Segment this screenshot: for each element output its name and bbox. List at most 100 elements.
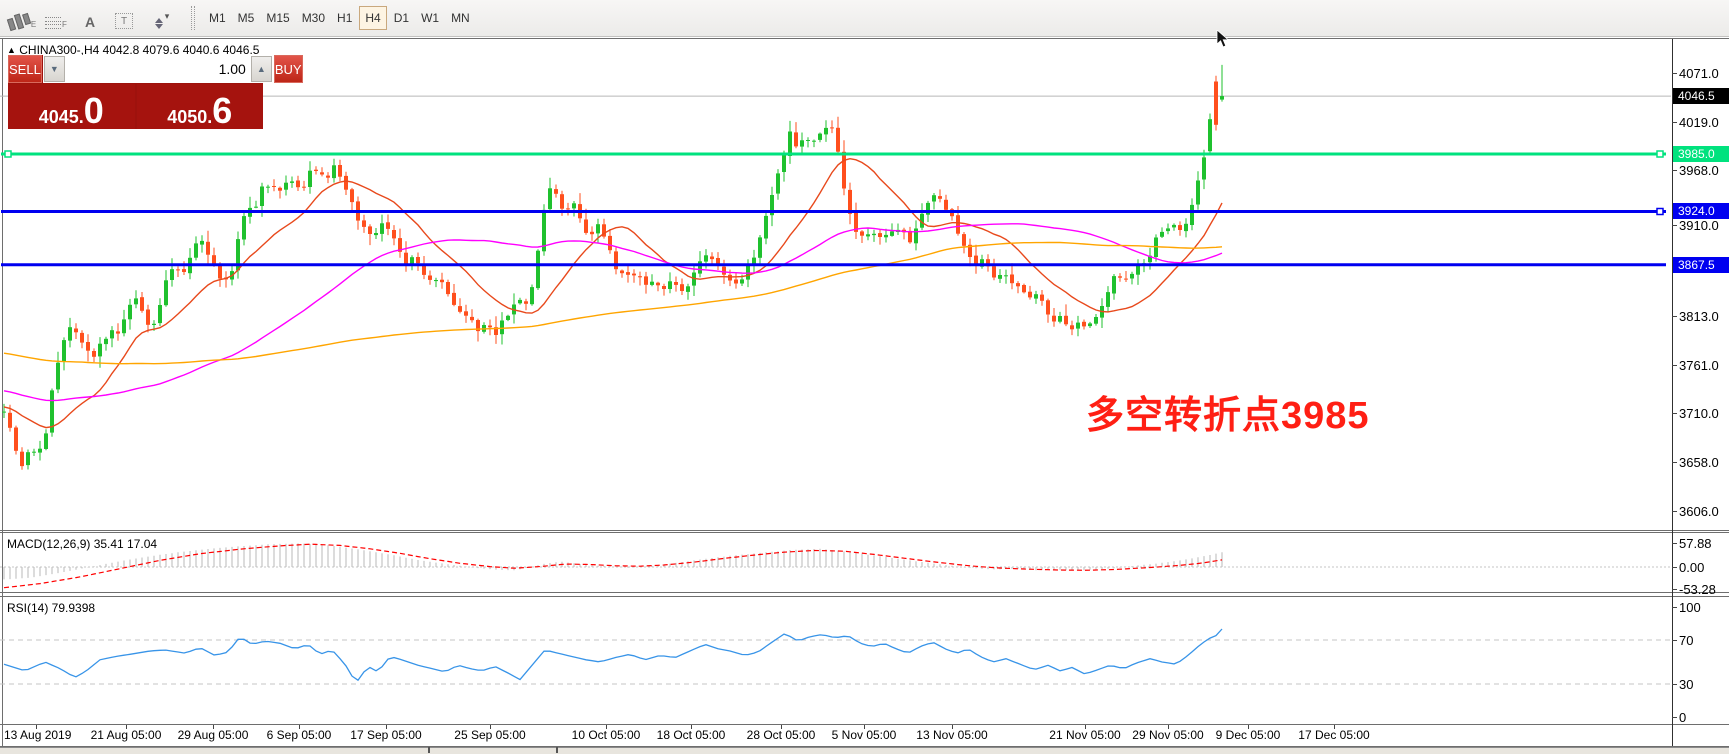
date-label: 6 Sep 05:00	[267, 728, 332, 742]
letter-a-icon: A	[85, 15, 95, 29]
axis-tick-mark	[1672, 684, 1677, 685]
date-label: 17 Sep 05:00	[350, 728, 421, 742]
axis-tick-mark	[1672, 567, 1677, 568]
date-label: 10 Oct 05:00	[572, 728, 641, 742]
one-click-trade-panel: SELL ▼ ▲ BUY 4045 . 0 4050 . 6	[8, 55, 263, 129]
level-badge-3867.5: 3867.5	[1673, 257, 1729, 273]
axis-tick-mark	[1672, 717, 1677, 718]
volume-input[interactable]	[65, 56, 251, 82]
axis-tick-mark	[1672, 607, 1677, 608]
date-tick-mark	[1168, 725, 1169, 729]
macd-tick--53.28: -53.28	[1679, 582, 1716, 597]
arrows-tool-icon[interactable]: ▾	[142, 4, 182, 32]
date-label: 21 Nov 05:00	[1049, 728, 1120, 742]
date-label: 13 Aug 2019	[4, 728, 71, 742]
price-tick-3813.0: 3813.0	[1679, 309, 1719, 324]
axis-tick-mark	[1672, 170, 1677, 171]
axis-tick-mark	[1672, 316, 1677, 317]
date-tick-mark	[299, 725, 300, 729]
timeframe-m15[interactable]: M15	[261, 6, 294, 30]
text-box-icon[interactable]: T	[108, 4, 140, 32]
date-tick-mark	[386, 725, 387, 729]
sell-button[interactable]: SELL	[8, 55, 42, 83]
toolbar-grip[interactable]	[191, 6, 195, 30]
date-label: 5 Nov 05:00	[832, 728, 897, 742]
timeframe-m1[interactable]: M1	[204, 6, 231, 30]
axis-tick-mark	[1672, 543, 1677, 544]
main-macd-separator-a[interactable]	[0, 530, 1729, 531]
volume-spinner: ▼ ▲	[43, 55, 273, 83]
sell-price-main: 4045	[39, 108, 79, 126]
price-tick-3606.0: 3606.0	[1679, 504, 1719, 519]
buy-button[interactable]: BUY	[274, 55, 303, 83]
bottom-strip-divider	[556, 747, 558, 753]
date-label: 29 Nov 05:00	[1132, 728, 1203, 742]
current-price-badge: 4046.5	[1673, 88, 1729, 104]
date-tick-mark	[36, 725, 37, 729]
macd-label: MACD(12,26,9) 35.41 17.04	[7, 537, 157, 551]
date-label: 25 Sep 05:00	[454, 728, 525, 742]
date-tick-mark	[490, 725, 491, 729]
buy-price-display[interactable]: 4050 . 6	[137, 84, 264, 129]
date-tick-mark	[213, 725, 214, 729]
dropdown-caret-icon: ▾	[165, 11, 170, 22]
axis-tick-mark	[1672, 589, 1677, 590]
date-label: 17 Dec 05:00	[1298, 728, 1369, 742]
volume-increase-button[interactable]: ▲	[251, 56, 272, 82]
chart-styles-icon[interactable]: E	[6, 4, 38, 32]
axis-tick-mark	[1672, 462, 1677, 463]
axis-tick-mark	[1672, 73, 1677, 74]
sort-arrows-icon	[155, 18, 163, 29]
app-root: { "colors": { "bull": "#1fc12e", "bear":…	[0, 0, 1729, 753]
buy-price-main: 4050	[167, 108, 207, 126]
volume-decrease-button[interactable]: ▼	[44, 56, 65, 82]
price-tick-3910.0: 3910.0	[1679, 218, 1719, 233]
timeframe-d1[interactable]: D1	[389, 6, 414, 30]
price-tick-3968.0: 3968.0	[1679, 163, 1719, 178]
axis-tick-mark	[1672, 365, 1677, 366]
date-label: 13 Nov 05:00	[916, 728, 987, 742]
level-badge-3924.0: 3924.0	[1673, 203, 1729, 219]
timeframe-mn[interactable]: MN	[446, 6, 475, 30]
date-tick-mark	[864, 725, 865, 729]
sell-price-display[interactable]: 4045 . 0	[8, 84, 135, 129]
date-tick-mark	[691, 725, 692, 729]
rsi-tick-30: 30	[1679, 677, 1693, 692]
grid-icon	[45, 17, 61, 29]
grid-fibo-icon[interactable]: F	[40, 4, 72, 32]
rsi-tick-0: 0	[1679, 710, 1686, 725]
date-tick-mark	[126, 725, 127, 729]
rsi-panel[interactable]	[0, 597, 1672, 724]
price-tick-3761.0: 3761.0	[1679, 358, 1719, 373]
buy-price-big-digit: 6	[212, 97, 232, 126]
macd-rsi-separator-a[interactable]	[0, 592, 1729, 593]
timeframe-h4[interactable]: H4	[359, 6, 386, 30]
date-tick-mark	[606, 725, 607, 729]
price-tick-4019.0: 4019.0	[1679, 115, 1719, 130]
rsi-label: RSI(14) 79.9398	[7, 601, 95, 615]
chart-text-annotation: 多空转折点3985	[1086, 384, 1370, 439]
price-tick-3658.0: 3658.0	[1679, 455, 1719, 470]
icon-sub-f: F	[62, 21, 67, 29]
mouse-cursor-icon	[1216, 30, 1232, 49]
date-label: 28 Oct 05:00	[747, 728, 816, 742]
date-label: 21 Aug 05:00	[91, 728, 162, 742]
bottom-strip-divider	[428, 747, 430, 753]
axis-tick-mark	[1672, 640, 1677, 641]
chart-window-top-border	[0, 38, 1729, 39]
timeframe-m5[interactable]: M5	[233, 6, 260, 30]
timeframe-m30[interactable]: M30	[297, 6, 330, 30]
axis-tick-mark	[1672, 413, 1677, 414]
date-tick-mark	[1334, 725, 1335, 729]
axis-tick-mark	[1672, 511, 1677, 512]
timeframe-group: M1M5M15M30H1H4D1W1MN	[204, 6, 475, 30]
rsi-tick-100: 100	[1679, 600, 1701, 615]
macd-panel[interactable]	[0, 533, 1672, 592]
rsi-tick-70: 70	[1679, 633, 1693, 648]
timeframe-h1[interactable]: H1	[332, 6, 357, 30]
date-label: 9 Dec 05:00	[1216, 728, 1281, 742]
price-tick-4071.0: 4071.0	[1679, 66, 1719, 81]
date-label: 18 Oct 05:00	[657, 728, 726, 742]
timeframe-w1[interactable]: W1	[416, 6, 444, 30]
text-label-icon[interactable]: A	[74, 4, 106, 32]
